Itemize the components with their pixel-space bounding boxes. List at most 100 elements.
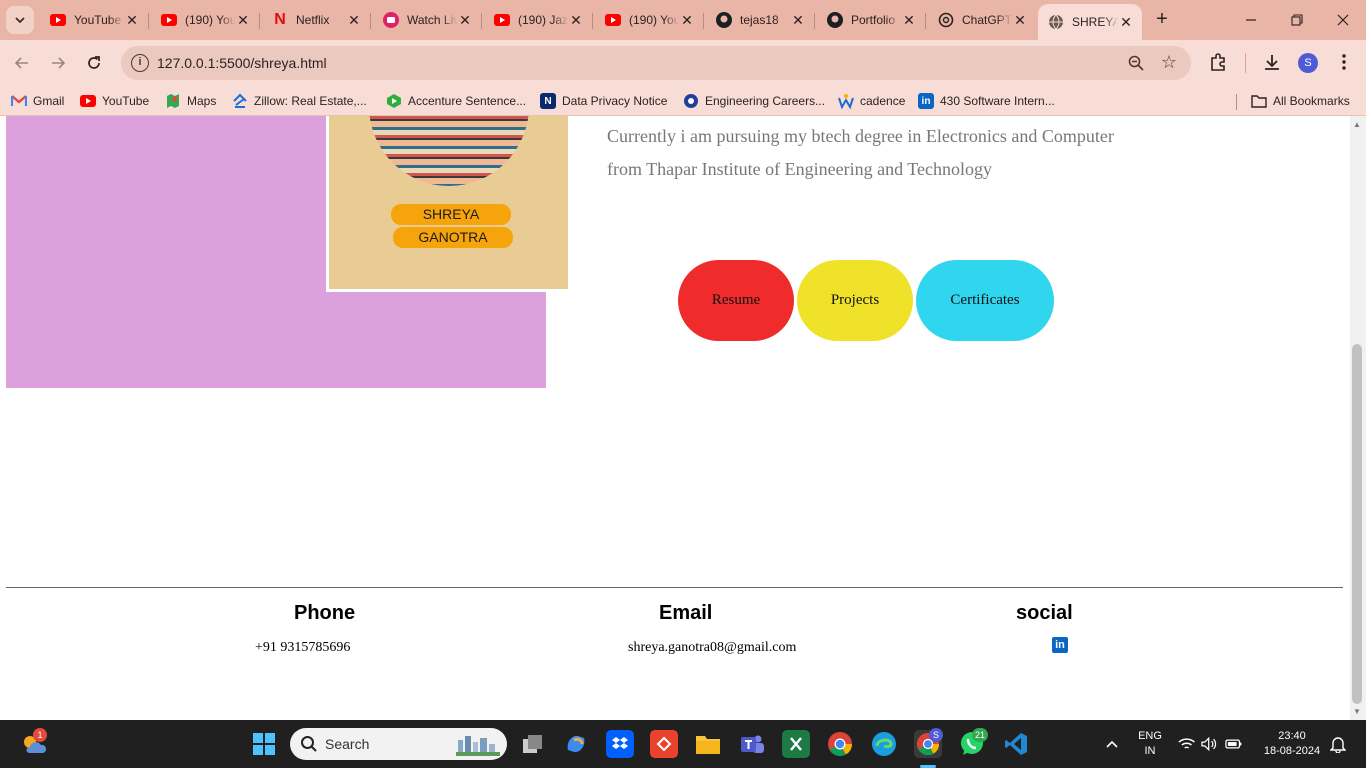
file-explorer-button[interactable] bbox=[694, 730, 722, 758]
tab-github-tejas[interactable]: tejas18 ✕ bbox=[706, 6, 814, 34]
tab-github-portfolio[interactable]: Portfolio ✕ bbox=[817, 6, 925, 34]
dropbox-button[interactable] bbox=[606, 730, 634, 758]
tab-watch[interactable]: Watch Live ✕ bbox=[373, 6, 481, 34]
close-icon[interactable]: ✕ bbox=[124, 12, 140, 28]
forward-button[interactable] bbox=[44, 49, 72, 77]
youtube-icon bbox=[494, 12, 510, 28]
back-button[interactable] bbox=[8, 49, 36, 77]
chrome-button[interactable] bbox=[826, 730, 854, 758]
copilot-button[interactable] bbox=[562, 730, 590, 758]
puzzle-icon bbox=[1211, 53, 1225, 71]
url-text[interactable]: 127.0.0.1:5500/shreya.html bbox=[157, 55, 327, 71]
scroll-down-arrow-icon[interactable]: ▼ bbox=[1353, 707, 1361, 716]
close-icon[interactable]: ✕ bbox=[1118, 14, 1134, 30]
new-tab-button[interactable]: + bbox=[1150, 8, 1174, 32]
language-indicator[interactable]: ENG IN bbox=[1135, 729, 1165, 759]
reload-button[interactable] bbox=[80, 49, 108, 77]
folder-icon bbox=[696, 736, 720, 754]
bookmark-maps[interactable]: Maps bbox=[165, 92, 216, 110]
bookmarks-divider bbox=[1236, 94, 1237, 110]
bookmark-label: Accenture Sentence... bbox=[408, 94, 527, 108]
close-icon[interactable]: ✕ bbox=[790, 12, 806, 28]
bookmark-accenture[interactable]: Accenture Sentence... bbox=[386, 92, 526, 110]
close-window-button[interactable] bbox=[1320, 0, 1366, 40]
footer-email-heading: Email bbox=[659, 602, 713, 624]
linkedin-icon[interactable]: in bbox=[1052, 637, 1068, 653]
vscode-icon bbox=[1005, 733, 1027, 755]
close-icon[interactable]: ✕ bbox=[346, 12, 362, 28]
projects-button[interactable]: Projects bbox=[797, 260, 913, 341]
zoom-icon[interactable] bbox=[1127, 54, 1145, 72]
cadence-icon bbox=[838, 93, 854, 109]
all-bookmarks-button[interactable]: All Bookmarks bbox=[1251, 92, 1350, 110]
teams-button[interactable] bbox=[738, 730, 766, 758]
name-first-pill: SHREYA bbox=[391, 204, 511, 225]
youtube-icon bbox=[80, 93, 96, 109]
tab-youtube-4[interactable]: (190) YouTube ✕ bbox=[595, 6, 703, 34]
excel-button[interactable] bbox=[782, 730, 810, 758]
excel-icon bbox=[790, 737, 802, 751]
tab-youtube-3[interactable]: (190) Jazz ✕ bbox=[484, 6, 592, 34]
tab-youtube[interactable]: YouTube ✕ bbox=[40, 6, 148, 34]
download-icon bbox=[1265, 55, 1279, 70]
close-icon[interactable]: ✕ bbox=[901, 12, 917, 28]
about-line-2: from Thapar Institute of Engineering and… bbox=[607, 159, 992, 179]
scrollbar-thumb[interactable] bbox=[1352, 344, 1362, 704]
site-info-icon[interactable]: i bbox=[131, 54, 149, 72]
restore-button[interactable] bbox=[1274, 0, 1320, 40]
chrome-profile-badge: S bbox=[929, 728, 943, 742]
bookmark-cadence[interactable]: cadence bbox=[838, 92, 905, 110]
tab-shreya-active[interactable]: SHREYA ✕ bbox=[1038, 4, 1142, 40]
close-icon[interactable]: ✕ bbox=[679, 12, 695, 28]
page-scrollbar[interactable]: ▲ ▼ bbox=[1350, 116, 1366, 720]
bookmark-engineering-careers[interactable]: Engineering Careers... bbox=[683, 92, 825, 110]
certificates-button[interactable]: Certificates bbox=[916, 260, 1054, 341]
scroll-up-arrow-icon[interactable]: ▲ bbox=[1353, 120, 1361, 129]
close-icon[interactable]: ✕ bbox=[235, 12, 251, 28]
tab-separator bbox=[925, 13, 926, 29]
page-viewport: SHREYA GANOTRA Currently i am pursuing m… bbox=[0, 116, 1350, 720]
youtube-icon bbox=[50, 12, 66, 28]
tab-netflix[interactable]: N Netflix ✕ bbox=[262, 6, 370, 34]
system-tray-status[interactable] bbox=[1178, 734, 1242, 754]
wifi-icon bbox=[1178, 738, 1195, 749]
bookmarks-bar: Gmail YouTube Maps Zillow: Real Estate,.… bbox=[0, 86, 1366, 116]
downloads-button[interactable] bbox=[1260, 50, 1284, 74]
taskbar-search[interactable]: Search bbox=[290, 728, 507, 760]
bookmark-youtube[interactable]: YouTube bbox=[80, 92, 149, 110]
name-last-pill: GANOTRA bbox=[393, 227, 513, 248]
bookmark-software-intern[interactable]: in 430 Software Intern... bbox=[918, 92, 1055, 110]
minimize-icon bbox=[1246, 19, 1256, 21]
close-icon[interactable]: ✕ bbox=[457, 12, 473, 28]
battery-icon bbox=[1224, 739, 1242, 749]
bookmark-zillow[interactable]: Zillow: Real Estate,... bbox=[232, 92, 367, 110]
show-hidden-icons-button[interactable] bbox=[1098, 730, 1126, 758]
clock[interactable]: 23:40 18-08-2024 bbox=[1252, 729, 1332, 759]
anydesk-button[interactable] bbox=[650, 730, 678, 758]
tab-search-button[interactable] bbox=[6, 6, 34, 34]
notifications-button[interactable] bbox=[1324, 730, 1352, 758]
tab-title: ChatGPT bbox=[962, 13, 1012, 27]
bookmark-data-privacy[interactable]: N Data Privacy Notice bbox=[540, 92, 667, 110]
profile-avatar[interactable]: S bbox=[1298, 53, 1318, 73]
footer-email-value[interactable]: shreya.ganotra08@gmail.com bbox=[628, 640, 796, 656]
extensions-button[interactable] bbox=[1206, 50, 1230, 74]
edge-button[interactable] bbox=[870, 730, 898, 758]
bookmark-star-icon[interactable]: ☆ bbox=[1161, 52, 1177, 73]
tab-youtube-2[interactable]: (190) YouTube ✕ bbox=[151, 6, 259, 34]
bookmark-gmail[interactable]: Gmail bbox=[11, 92, 64, 110]
careers-icon bbox=[683, 93, 699, 109]
tab-separator bbox=[703, 13, 704, 29]
close-icon[interactable]: ✕ bbox=[1012, 12, 1028, 28]
address-bar[interactable]: i 127.0.0.1:5500/shreya.html ☆ bbox=[121, 46, 1191, 80]
task-view-button[interactable] bbox=[519, 730, 547, 758]
tab-chatgpt[interactable]: ChatGPT ✕ bbox=[928, 6, 1036, 34]
minimize-button[interactable] bbox=[1228, 0, 1274, 40]
resume-button[interactable]: Resume bbox=[678, 260, 794, 341]
chevron-up-icon bbox=[1106, 740, 1118, 748]
profile-photo bbox=[369, 116, 529, 186]
close-icon[interactable]: ✕ bbox=[568, 12, 584, 28]
start-button[interactable] bbox=[250, 730, 278, 758]
menu-button[interactable] bbox=[1332, 50, 1356, 74]
vscode-button[interactable] bbox=[1002, 730, 1030, 758]
